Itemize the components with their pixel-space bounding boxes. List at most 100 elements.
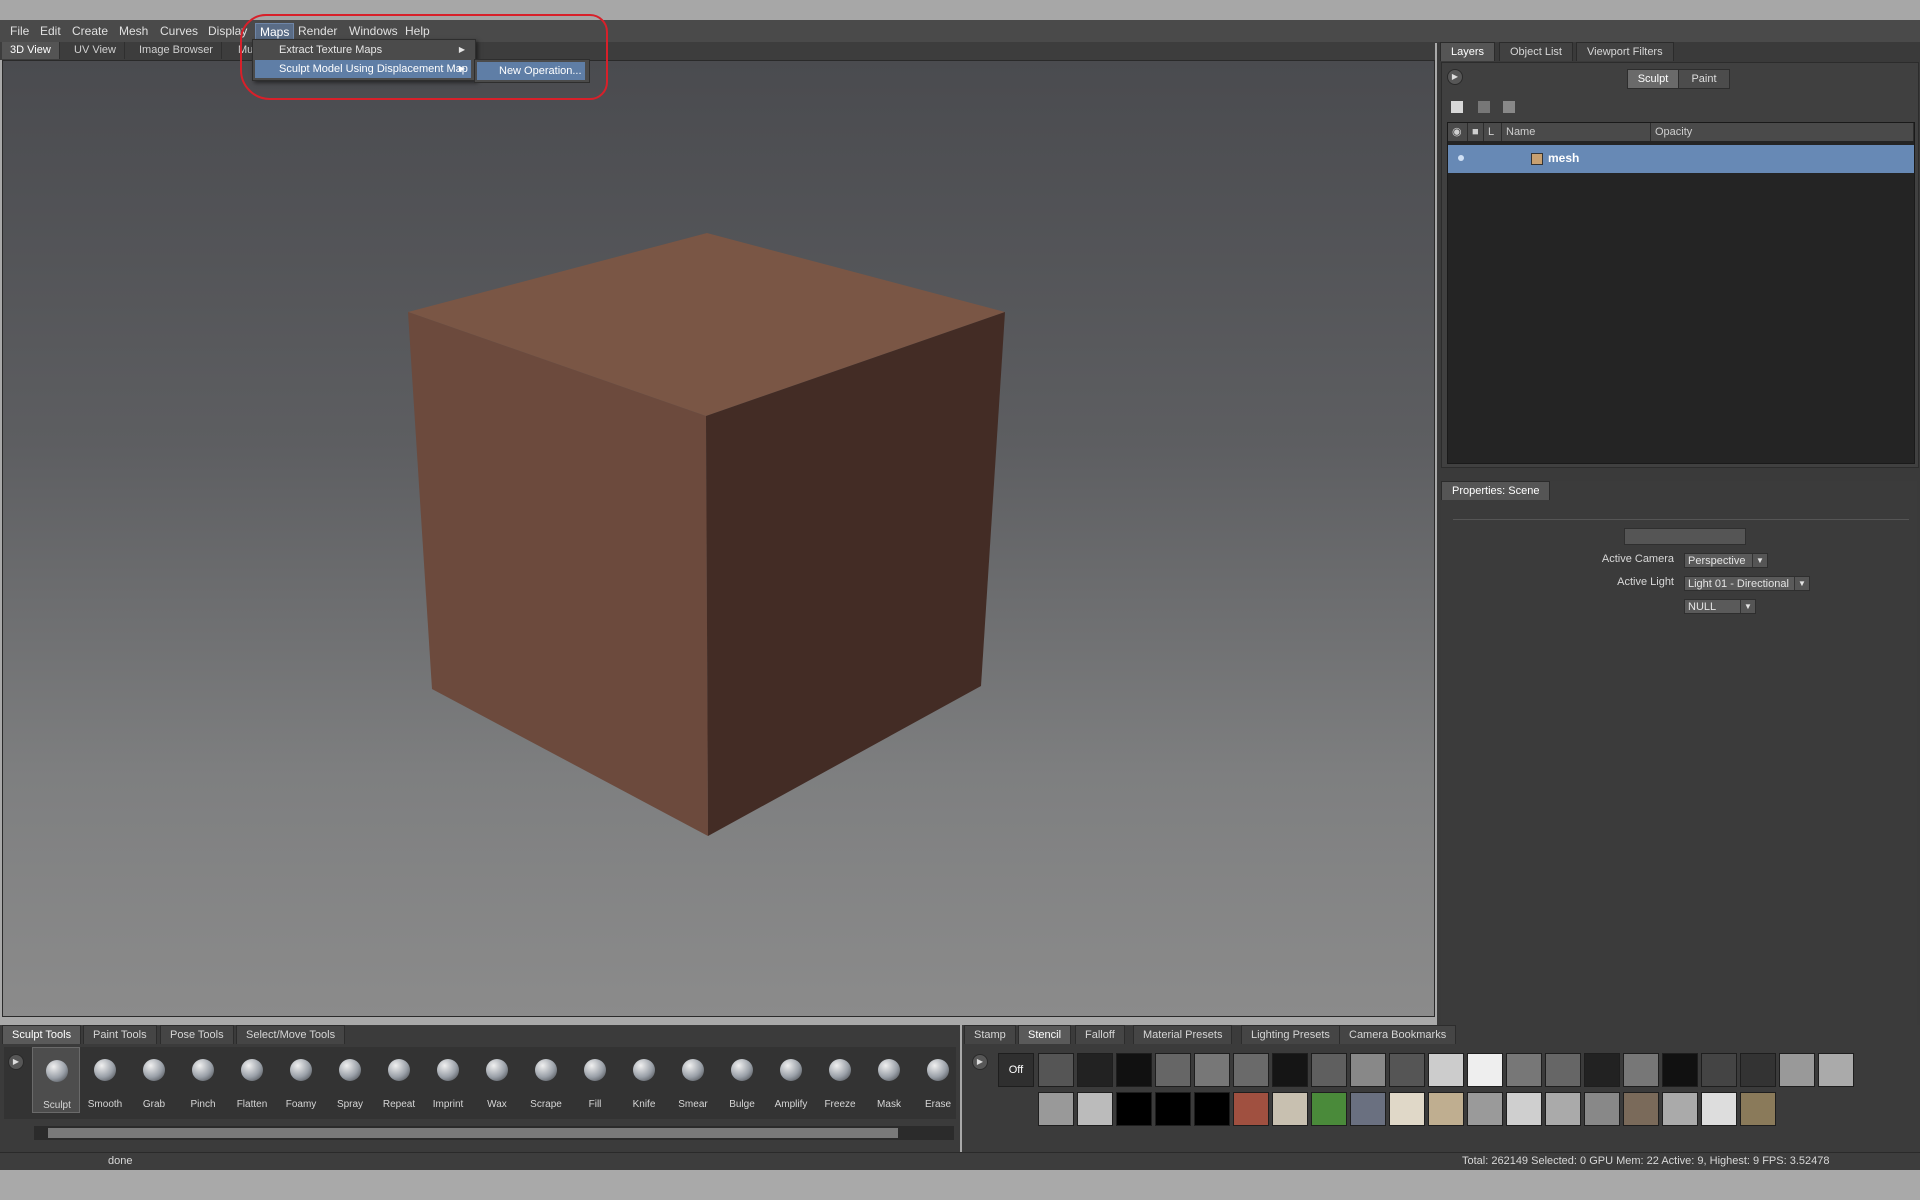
stencil-swatch[interactable] [1428,1053,1464,1087]
new-layer-icon[interactable] [1451,101,1463,113]
tool-scrape[interactable]: Scrape [522,1047,570,1113]
stencil-swatch[interactable] [1116,1053,1152,1087]
sculpt-mode-toggle[interactable]: Sculpt [1627,69,1679,89]
stencil-swatch[interactable] [1506,1053,1542,1087]
tab-lighting-presets[interactable]: Lighting Presets [1241,1025,1340,1044]
stencil-swatch[interactable] [1545,1092,1581,1126]
stencil-swatch[interactable] [1350,1092,1386,1126]
tool-erase[interactable]: Erase [914,1047,962,1113]
tab-sculpt-tools[interactable]: Sculpt Tools [2,1025,82,1044]
opacity-column-header[interactable]: Opacity [1651,123,1914,141]
delete-layer-icon[interactable] [1478,101,1490,113]
lock-column-icon[interactable]: ■ [1468,123,1484,141]
viewport-canvas[interactable] [3,61,1434,1016]
tab-paint-tools[interactable]: Paint Tools [83,1025,157,1044]
tab-properties-scene[interactable]: Properties: Scene [1441,481,1551,500]
active-light-dropdown[interactable]: Light 01 - Directional ▼ [1684,576,1810,591]
tool-mask[interactable]: Mask [865,1047,913,1113]
stencil-swatch[interactable] [1272,1053,1308,1087]
stencil-swatch[interactable] [1155,1092,1191,1126]
stencil-swatch[interactable] [1038,1053,1074,1087]
stencil-swatch[interactable] [1311,1053,1347,1087]
visibility-column-icon[interactable]: ◉ [1448,123,1468,141]
stencil-swatch[interactable] [1194,1053,1230,1087]
menu-create[interactable]: Create [68,23,112,39]
tab-uv-view[interactable]: UV View [66,42,125,59]
menu-edit[interactable]: Edit [36,23,65,39]
l-column-header[interactable]: L [1484,123,1502,141]
tool-scrollbar[interactable] [34,1126,954,1140]
stencil-swatch[interactable] [1779,1053,1815,1087]
3d-viewport[interactable] [2,60,1435,1017]
stencil-swatch[interactable] [1506,1092,1542,1126]
tool-knife[interactable]: Knife [620,1047,668,1113]
tab-image-browser[interactable]: Image Browser [131,42,222,59]
stencil-swatch[interactable] [1389,1053,1425,1087]
tool-amplify[interactable]: Amplify [767,1047,815,1113]
tool-wax[interactable]: Wax [473,1047,521,1113]
stencil-swatch[interactable] [1077,1092,1113,1126]
menu-mesh[interactable]: Mesh [115,23,152,39]
stencil-swatch[interactable] [1740,1092,1776,1126]
stencil-swatch[interactable] [1623,1092,1659,1126]
null-dropdown[interactable]: NULL ▼ [1684,599,1756,614]
tab-object-list[interactable]: Object List [1499,42,1573,61]
stencil-swatch[interactable] [1116,1092,1152,1126]
stencil-swatch[interactable] [1389,1092,1425,1126]
stencil-swatch[interactable] [1155,1053,1191,1087]
camera-name-field[interactable] [1624,528,1746,545]
visibility-dot-icon[interactable] [1458,155,1464,161]
stencil-swatch[interactable] [1311,1092,1347,1126]
tab-stencil[interactable]: Stencil [1018,1025,1072,1044]
tool-repeat[interactable]: Repeat [375,1047,423,1113]
stencil-swatch[interactable] [1545,1053,1581,1087]
layer-row-mesh[interactable]: mesh [1448,145,1914,173]
stencil-swatch[interactable] [1233,1053,1269,1087]
tab-select-move-tools[interactable]: Select/Move Tools [236,1025,346,1044]
name-column-header[interactable]: Name [1502,123,1651,141]
tool-spray[interactable]: Spray [326,1047,374,1113]
tool-fill[interactable]: Fill [571,1047,619,1113]
tool-bulge[interactable]: Bulge [718,1047,766,1113]
tool-flatten[interactable]: Flatten [228,1047,276,1113]
stencil-swatch[interactable] [1740,1053,1776,1087]
stencil-swatch[interactable] [1272,1092,1308,1126]
stencil-swatch[interactable] [1077,1053,1113,1087]
tool-sculpt[interactable]: Sculpt [32,1047,80,1113]
stencil-swatch[interactable] [1701,1053,1737,1087]
tool-smooth[interactable]: Smooth [81,1047,129,1113]
collapse-icon[interactable]: ▶ [8,1054,24,1070]
stencil-swatch[interactable] [1701,1092,1737,1126]
paint-mode-toggle[interactable]: Paint [1678,69,1730,89]
tab-stamp[interactable]: Stamp [964,1025,1016,1044]
tool-foamy[interactable]: Foamy [277,1047,325,1113]
stencil-swatch[interactable] [1467,1053,1503,1087]
stencil-swatch[interactable] [1194,1092,1230,1126]
tab-pose-tools[interactable]: Pose Tools [160,1025,234,1044]
stencil-off-button[interactable]: Off [998,1053,1034,1087]
tool-pinch[interactable]: Pinch [179,1047,227,1113]
tab-material-presets[interactable]: Material Presets [1133,1025,1233,1044]
tab-viewport-filters[interactable]: Viewport Filters [1576,42,1674,61]
scrollbar-thumb[interactable] [48,1128,898,1138]
menu-file[interactable]: File [6,23,33,39]
stencil-swatch[interactable] [1038,1092,1074,1126]
collapse-icon[interactable]: ▶ [972,1054,988,1070]
stencil-swatch[interactable] [1467,1092,1503,1126]
stencil-swatch[interactable] [1662,1053,1698,1087]
stencil-swatch[interactable] [1662,1092,1698,1126]
tab-3d-view[interactable]: 3D View [2,42,60,59]
stencil-swatch[interactable] [1350,1053,1386,1087]
tool-grab[interactable]: Grab [130,1047,178,1113]
stencil-swatch[interactable] [1584,1092,1620,1126]
tab-camera-bookmarks[interactable]: Camera Bookmarks [1339,1025,1457,1044]
collapse-icon[interactable]: ▶ [1447,69,1463,85]
stencil-swatch[interactable] [1623,1053,1659,1087]
active-camera-dropdown[interactable]: Perspective ▼ [1684,553,1768,568]
tab-layers[interactable]: Layers [1440,42,1496,61]
tool-freeze[interactable]: Freeze [816,1047,864,1113]
tool-smear[interactable]: Smear [669,1047,717,1113]
stencil-swatch[interactable] [1428,1092,1464,1126]
stencil-swatch[interactable] [1233,1092,1269,1126]
menu-curves[interactable]: Curves [156,23,202,39]
